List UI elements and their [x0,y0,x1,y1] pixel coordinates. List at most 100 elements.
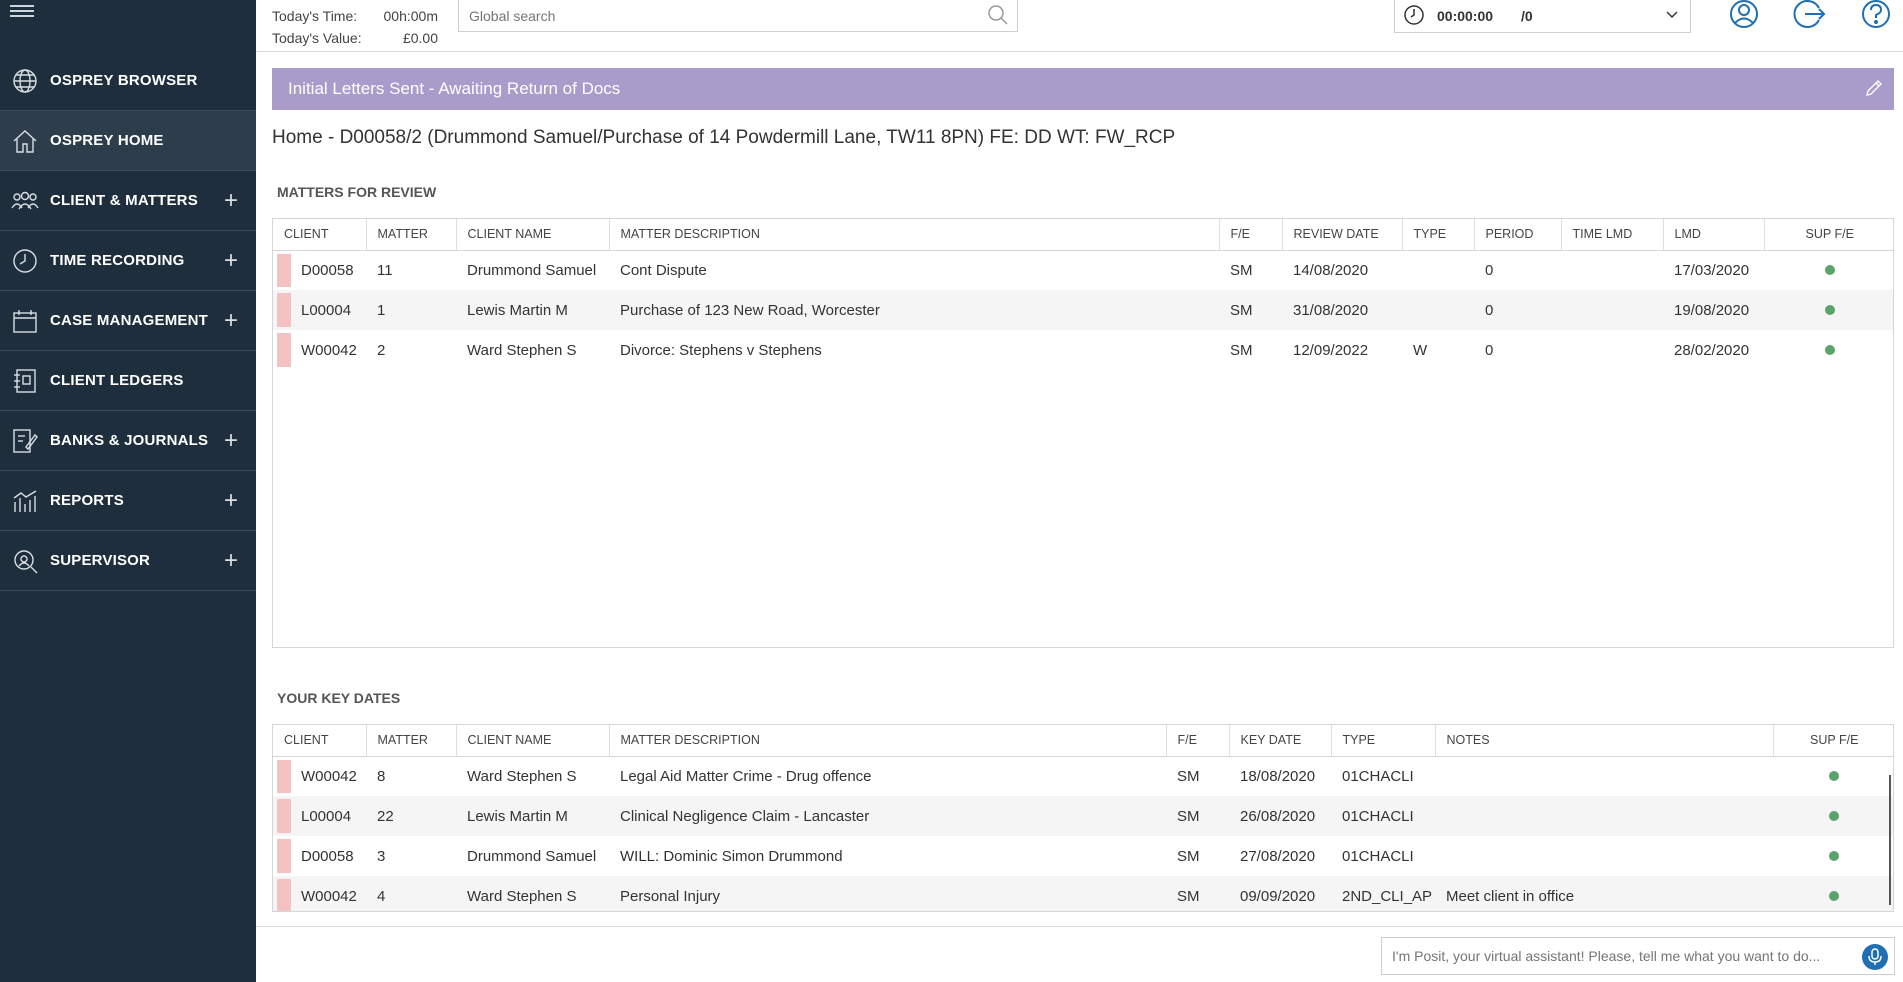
sidebar-item-label: SUPERVISOR [50,552,151,569]
table-row[interactable]: W00042 8 Ward Stephen S Legal Aid Matter… [273,756,1893,796]
search-input[interactable] [459,0,1017,31]
table-header-row: CLIENT MATTER CLIENT NAME MATTER DESCRIP… [273,219,1893,251]
expand-icon[interactable]: + [224,308,238,333]
assistant-input[interactable] [1382,938,1894,974]
cell-client-name: Ward Stephen S [456,876,609,911]
cell-lmd: 28/02/2020 [1674,341,1750,359]
table-row[interactable]: D00058 11 Drummond Samuel Cont Dispute S… [273,250,1893,290]
cell-fe: SM [1230,261,1253,279]
cell-type: 2ND_CLI_AP [1331,876,1435,911]
column-header[interactable]: MATTER DESCRIPTION [609,725,1167,757]
cell-key-date: 26/08/2020 [1229,796,1331,836]
column-header[interactable]: TIME LMD [1561,219,1664,251]
timer-value: 00:00:00 [1437,8,1494,24]
cell-client: W00042 [273,330,366,370]
sidebar-item-label: CLIENT & MATTERS [50,192,198,209]
cell-sup-fe [1764,290,1893,330]
table-row[interactable]: D00058 3 Drummond Samuel WILL: Dominic S… [273,836,1893,876]
cell-client: L00004 [273,290,366,330]
cell-period: 0 [1485,341,1494,359]
column-header[interactable]: CLIENT NAME [456,725,610,757]
sidebar-item-client-matters[interactable]: CLIENT & MATTERS + [0,171,256,231]
menu-icon[interactable] [10,2,34,22]
column-header[interactable]: MATTER [366,219,457,251]
cell-matter-description: Clinical Negligence Claim - Lancaster [609,796,1166,836]
column-header[interactable]: TYPE [1402,219,1475,251]
sidebar-item-banks-journals[interactable]: BANKS & JOURNALS + [0,411,256,471]
cell-client-name: Ward Stephen S [467,341,577,359]
cell-client-name: Lewis Martin M [456,290,609,330]
table-row[interactable]: L00004 1 Lewis Martin M Purchase of 123 … [273,290,1893,330]
cell-matter: 1 [366,290,456,330]
sidebar: OSPREY BROWSER OSPREY HOME CLIENT & MATT… [0,0,256,982]
column-header[interactable]: NOTES [1435,725,1774,757]
expand-icon[interactable]: + [224,428,238,453]
table-header-row: CLIENT MATTER CLIENT NAME MATTER DESCRIP… [273,725,1893,757]
key-dates-section-title: YOUR KEY DATES [277,690,401,706]
timer-dropdown[interactable]: 00:00:00 /0 [1394,0,1691,33]
sidebar-nav: OSPREY BROWSER OSPREY HOME CLIENT & MATT… [0,51,256,591]
logout-icon[interactable] [1793,0,1827,34]
column-header[interactable]: CLIENT [273,725,367,757]
sidebar-item-supervisor[interactable]: SUPERVISOR + [0,531,256,591]
column-header[interactable]: REVIEW DATE [1282,219,1403,251]
cell-matter-description: WILL: Dominic Simon Drummond [620,847,843,865]
expand-icon[interactable]: + [224,248,238,273]
sidebar-item-osprey-browser[interactable]: OSPREY BROWSER [0,51,256,111]
sidebar-item-time-recording[interactable]: TIME RECORDING + [0,231,256,291]
cell-type: 01CHACLI [1342,847,1414,865]
sidebar-item-reports[interactable]: REPORTS + [0,471,256,531]
table-row[interactable]: W00042 4 Ward Stephen S Personal Injury … [273,876,1893,911]
cell-client: W00042 [273,756,366,796]
cell-sup-fe [1773,836,1893,876]
workflow-status-banner: Initial Letters Sent - Awaiting Return o… [272,68,1894,110]
todays-time-label: Today's Time: [272,8,358,24]
table-scrollbar[interactable] [1889,775,1891,905]
sidebar-item-label: OSPREY HOME [50,132,164,149]
user-icon[interactable] [1727,0,1761,34]
cell-sup-fe [1773,796,1893,836]
search-icon[interactable] [987,4,1009,31]
matters-section-title: MATTERS FOR REVIEW [277,184,437,200]
column-header[interactable]: F/E [1219,219,1283,251]
chevron-down-icon[interactable] [1664,6,1680,25]
column-header[interactable]: CLIENT NAME [456,219,610,251]
cell-notes [1435,756,1773,796]
table-row[interactable]: L00004 22 Lewis Martin M Clinical Neglig… [273,796,1893,836]
help-icon[interactable] [1859,0,1893,34]
column-header[interactable]: CLIENT [273,219,367,251]
column-header[interactable]: MATTER [366,725,457,757]
cell-client: D00058 [273,250,366,290]
cell-type: W [1413,341,1428,359]
table-row[interactable]: W00042 2 Ward Stephen S Divorce: Stephen… [273,330,1893,370]
cell-key-date: 09/09/2020 [1229,876,1331,911]
expand-icon[interactable]: + [224,188,238,213]
microphone-icon[interactable] [1862,944,1888,970]
edit-icon[interactable] [1864,78,1884,103]
column-header[interactable]: MATTER DESCRIPTION [609,219,1220,251]
sidebar-item-case-management[interactable]: CASE MANAGEMENT + [0,291,256,351]
column-header[interactable]: SUP F/E [1773,725,1893,757]
sidebar-item-osprey-home[interactable]: OSPREY HOME [0,111,256,171]
cell-client: W00042 [273,876,366,911]
supervisor-icon [10,546,40,576]
column-header[interactable]: PERIOD [1474,219,1562,251]
cell-time-lmd [1561,330,1663,370]
cell-client-name: Drummond Samuel [467,847,597,865]
cell-matter: 2 [377,341,386,359]
column-header[interactable]: F/E [1166,725,1230,757]
expand-icon[interactable]: + [224,548,238,573]
expand-icon[interactable]: + [224,488,238,513]
column-header[interactable]: SUP F/E [1764,219,1893,251]
cell-notes [1435,836,1773,876]
cell-matter-description: Cont Dispute [620,261,707,279]
todays-value-value: £0.00 [402,30,438,46]
column-header[interactable]: LMD [1663,219,1765,251]
sidebar-item-label: REPORTS [50,492,124,509]
sidebar-item-client-ledgers[interactable]: CLIENT LEDGERS [0,351,256,411]
cell-review-date: 31/08/2020 [1282,290,1402,330]
cell-matter: 8 [377,767,386,785]
column-header[interactable]: TYPE [1331,725,1436,757]
column-header[interactable]: KEY DATE [1229,725,1332,757]
cell-fe: SM [1230,341,1253,359]
